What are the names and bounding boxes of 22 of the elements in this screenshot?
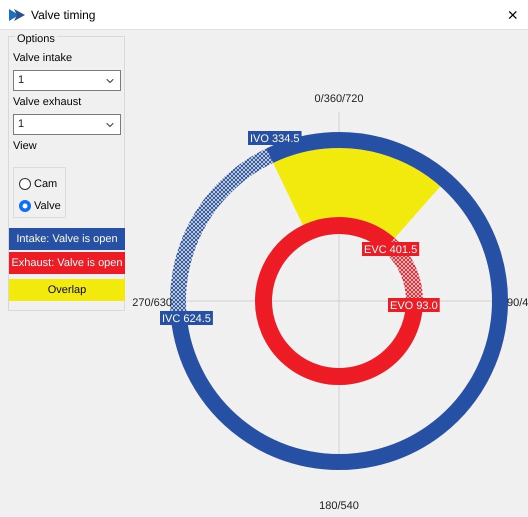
radio-label: Valve xyxy=(34,198,61,214)
radio-button[interactable] xyxy=(19,200,31,212)
field-label: Valve intake xyxy=(13,51,74,65)
marker-label: IVC 624.5 xyxy=(160,311,213,325)
group-title: Options xyxy=(15,31,57,48)
dropdown[interactable]: 1 xyxy=(13,70,121,91)
close-button[interactable]: × xyxy=(503,6,522,24)
marker-label: IVO 334.5 xyxy=(248,131,302,145)
radio-label: Cam xyxy=(34,177,58,192)
legend-item: Overlap xyxy=(9,279,125,301)
window-title: Valve timing xyxy=(31,6,96,24)
radio-button[interactable] xyxy=(19,178,31,190)
app-icon xyxy=(8,8,26,22)
axis-label: 180/540 xyxy=(319,500,359,512)
field-label: View xyxy=(13,139,38,153)
legend-item: Exhaust: Valve is open xyxy=(9,252,125,274)
dropdown[interactable]: 1 xyxy=(13,114,121,135)
axis-label: 0/360/720 xyxy=(314,93,364,105)
marker-label: EVO 93.0 xyxy=(388,298,440,312)
legend-item: Intake: Valve is open xyxy=(9,228,125,250)
marker-label: EVC 401.5 xyxy=(362,242,420,256)
field-label: Valve exhaust xyxy=(13,95,82,109)
